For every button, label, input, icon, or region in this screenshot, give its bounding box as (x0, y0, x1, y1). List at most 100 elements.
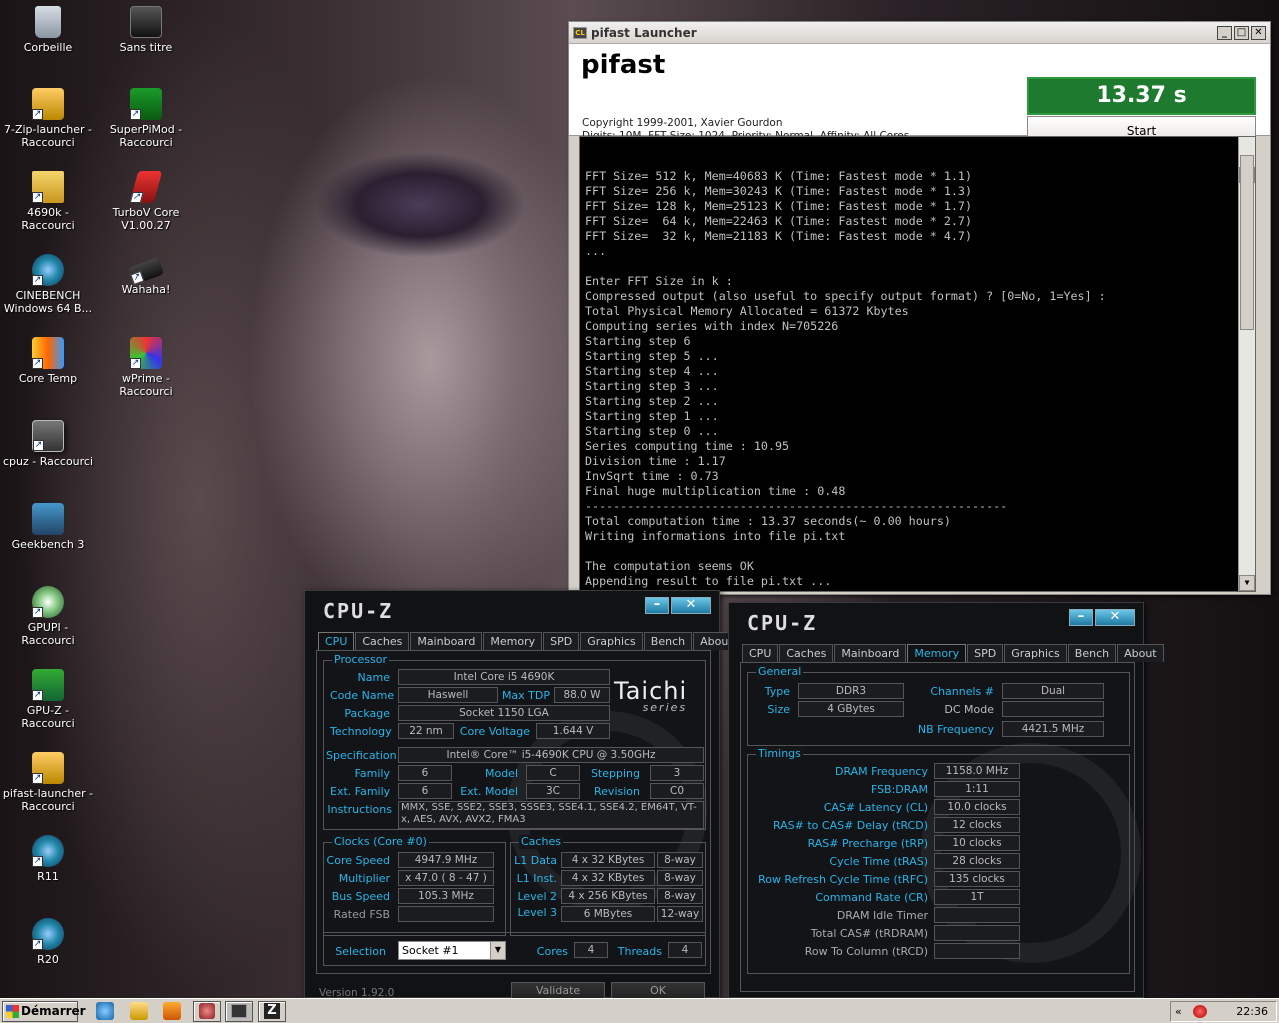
timing-label: Row To Column (tRCD) (804, 945, 928, 958)
tab-mainboard[interactable]: Mainboard (834, 644, 907, 662)
cpuz-tab-bar: CPU Caches Mainboard Memory SPD Graphics Bench… (318, 632, 741, 650)
minimize-button[interactable]: _ (1217, 26, 1232, 40)
console-line: ----------------------------------------… (585, 499, 1008, 513)
desktop-icon[interactable]: ↗ GPUPI - Raccourci (2, 586, 94, 647)
busspeed-label: Bus Speed (331, 890, 390, 903)
desktop-icon[interactable]: ↗ SuperPiMod - Raccourci (100, 88, 192, 149)
technology-value: 22 nm (398, 723, 454, 739)
cpuz-minimize-button[interactable]: – (645, 597, 669, 614)
threads-label: Threads (617, 945, 662, 958)
tab-bench[interactable]: Bench (1067, 644, 1117, 662)
general-group: General Type DDR3 Channels # Dual Size 4… (747, 665, 1130, 746)
processor-group: Processor Name Intel Core i5 4690K Code … (323, 653, 706, 830)
desktop-icon-label: cpuz - Raccourci (2, 455, 94, 468)
level3-label: Level 3 (517, 906, 557, 919)
maximize-button[interactable]: □ (1234, 26, 1249, 40)
desktop-icon[interactable]: ↗ cpuz - Raccourci (2, 420, 94, 468)
console-line: Total Physical Memory Allocated = 61372 … (585, 304, 909, 318)
size-value: 4 GBytes (798, 701, 904, 717)
desktop-icon[interactable]: ↗ R20 (2, 918, 94, 966)
desktop-icon[interactable]: ↗ pifast-launcher - Raccourci (2, 752, 94, 813)
tab-memory[interactable]: Memory (483, 632, 543, 650)
tab-about[interactable]: About (1117, 644, 1164, 662)
desktop-icon[interactable]: ↗ TurboV Core V1.00.27 (100, 171, 192, 232)
shortcut-arrow-icon: ↗ (32, 192, 43, 203)
desktop-icon[interactable]: Sans titre (100, 6, 192, 54)
scroll-thumb[interactable] (1240, 155, 1254, 330)
start-button[interactable]: Démarrer (2, 1001, 86, 1022)
desktop-icon[interactable]: ↗ R11 (2, 835, 94, 883)
desktop-icon[interactable]: Geekbench 3 (2, 503, 94, 551)
desktop-icon[interactable]: ↗ wPrime - Raccourci (100, 337, 192, 398)
geekbench-icon (32, 503, 64, 535)
cpuz-icon: ↗ (32, 420, 64, 452)
explorer-folder-icon[interactable] (130, 1002, 148, 1020)
internet-explorer-icon[interactable] (96, 1002, 114, 1020)
tab-spd[interactable]: SPD (543, 632, 580, 650)
media-player-icon[interactable] (163, 1002, 181, 1020)
pifast-task-icon (231, 1004, 247, 1018)
desktop-icon[interactable]: ↗ 4690k - Raccourci (2, 171, 94, 232)
tab-memory[interactable]: Memory (907, 644, 967, 662)
stepping-value: 3 (650, 765, 704, 781)
socket-select[interactable]: Socket #1 ▼ (398, 941, 506, 960)
desktop-icon[interactable]: ↗ Core Temp (2, 337, 94, 385)
specification-value: Intel® Core™ i5-4690K CPU @ 3.50GHz (398, 747, 704, 763)
corevoltage-label: Core Voltage (459, 725, 530, 738)
family-value: 6 (398, 765, 452, 781)
close-button[interactable]: ✕ (1251, 26, 1266, 40)
desktop-icon-label: GPU-Z - Raccourci (21, 704, 75, 730)
desktop-icon-label: 4690k - Raccourci (21, 206, 75, 232)
taskbar-task-cpuz[interactable]: Z (258, 1001, 286, 1022)
dcmode-value (1002, 701, 1104, 717)
desktop-icon-label: CINEBENCH Windows 64 B... (3, 289, 93, 315)
console-scrollbar[interactable]: ▲ ▼ (1238, 137, 1255, 591)
cpuz-cpu-titlebar[interactable]: CPU-Z – ✕ (305, 591, 719, 627)
extmodel-label: Ext. Model (460, 785, 518, 798)
tab-caches[interactable]: Caches (355, 632, 410, 650)
tray-clock[interactable]: 22:36 (1236, 1002, 1268, 1021)
scroll-down-arrow-icon[interactable]: ▼ (1239, 575, 1255, 591)
chevron-down-icon[interactable]: ▼ (490, 942, 505, 959)
cpuz-cpu-window: CPU-Z – ✕ CPU Caches Mainboard Memory SPD Gra… (304, 590, 740, 1000)
cpuz-close-button[interactable]: ✕ (1095, 609, 1135, 626)
7zip-launcher-icon: ↗ (32, 88, 64, 120)
timing-label: RAS# to CAS# Delay (tRCD) (772, 819, 928, 832)
recycle-bin-icon (35, 6, 61, 38)
cpuz-minimize-button[interactable]: – (1069, 609, 1093, 626)
shortcut-arrow-icon: ↗ (32, 358, 43, 369)
package-value: Socket 1150 LGA (398, 705, 610, 721)
cpuz-memory-titlebar[interactable]: CPU-Z – ✕ (729, 603, 1143, 639)
desktop-icon-label: 7-Zip-launcher - Raccourci (3, 123, 93, 149)
cpuz-close-button[interactable]: ✕ (671, 597, 711, 614)
l1inst-label: L1 Inst. (516, 872, 557, 885)
taskbar-task-pifast[interactable] (225, 1001, 253, 1022)
tab-spd[interactable]: SPD (967, 644, 1004, 662)
nbfreq-value: 4421.5 MHz (1002, 721, 1104, 737)
taskbar-task-corefetch[interactable] (193, 1001, 221, 1022)
l1inst-way: 8-way (657, 870, 703, 886)
desktop-icon[interactable]: ↗ CINEBENCH Windows 64 B... (2, 254, 94, 315)
selection-group: Selection Socket #1 ▼ Cores 4 Threads 4 (323, 932, 706, 966)
timing-value: 28 clocks (934, 853, 1020, 869)
desktop-icon[interactable]: Corbeille (2, 6, 94, 54)
desktop-icon[interactable]: ↗ GPU-Z - Raccourci (2, 669, 94, 730)
pifast-result-time: 13.37 s (1027, 77, 1256, 115)
timing-label: Command Rate (CR) (815, 891, 928, 904)
desktop-icon[interactable]: ↗ 7-Zip-launcher - Raccourci (2, 88, 94, 149)
desktop-icon[interactable]: ↗ Wahaha! (100, 254, 192, 296)
size-label: Size (767, 703, 790, 716)
console-line: Division time : 1.17 (585, 454, 726, 468)
tab-graphics[interactable]: Graphics (1004, 644, 1067, 662)
tab-cpu[interactable]: CPU (318, 632, 355, 650)
tab-graphics[interactable]: Graphics (580, 632, 643, 650)
pifast-titlebar[interactable]: CL pifast Launcher _ □ ✕ (569, 22, 1270, 44)
tab-bench[interactable]: Bench (643, 632, 693, 650)
timings-group: Timings DRAM Frequency 1158.0 MHz FSB:DRAM… (747, 747, 1130, 974)
tab-cpu[interactable]: CPU (742, 644, 779, 662)
tab-mainboard[interactable]: Mainboard (410, 632, 483, 650)
volume-muted-icon[interactable] (1193, 1005, 1207, 1018)
tray-expand-icon[interactable]: « (1175, 1002, 1182, 1021)
tab-caches[interactable]: Caches (779, 644, 834, 662)
